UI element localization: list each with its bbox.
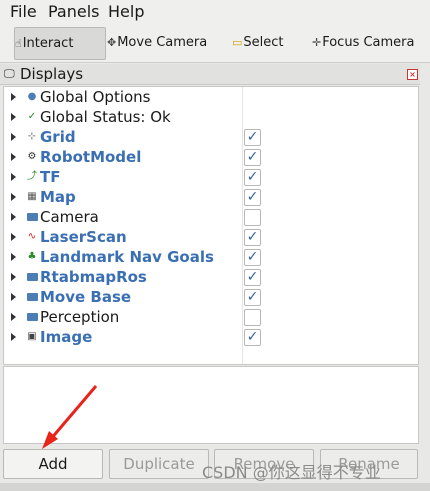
status-strip	[0, 483, 430, 491]
annotation-arrow	[42, 385, 98, 449]
annotation-arrow-shaft	[48, 385, 98, 441]
